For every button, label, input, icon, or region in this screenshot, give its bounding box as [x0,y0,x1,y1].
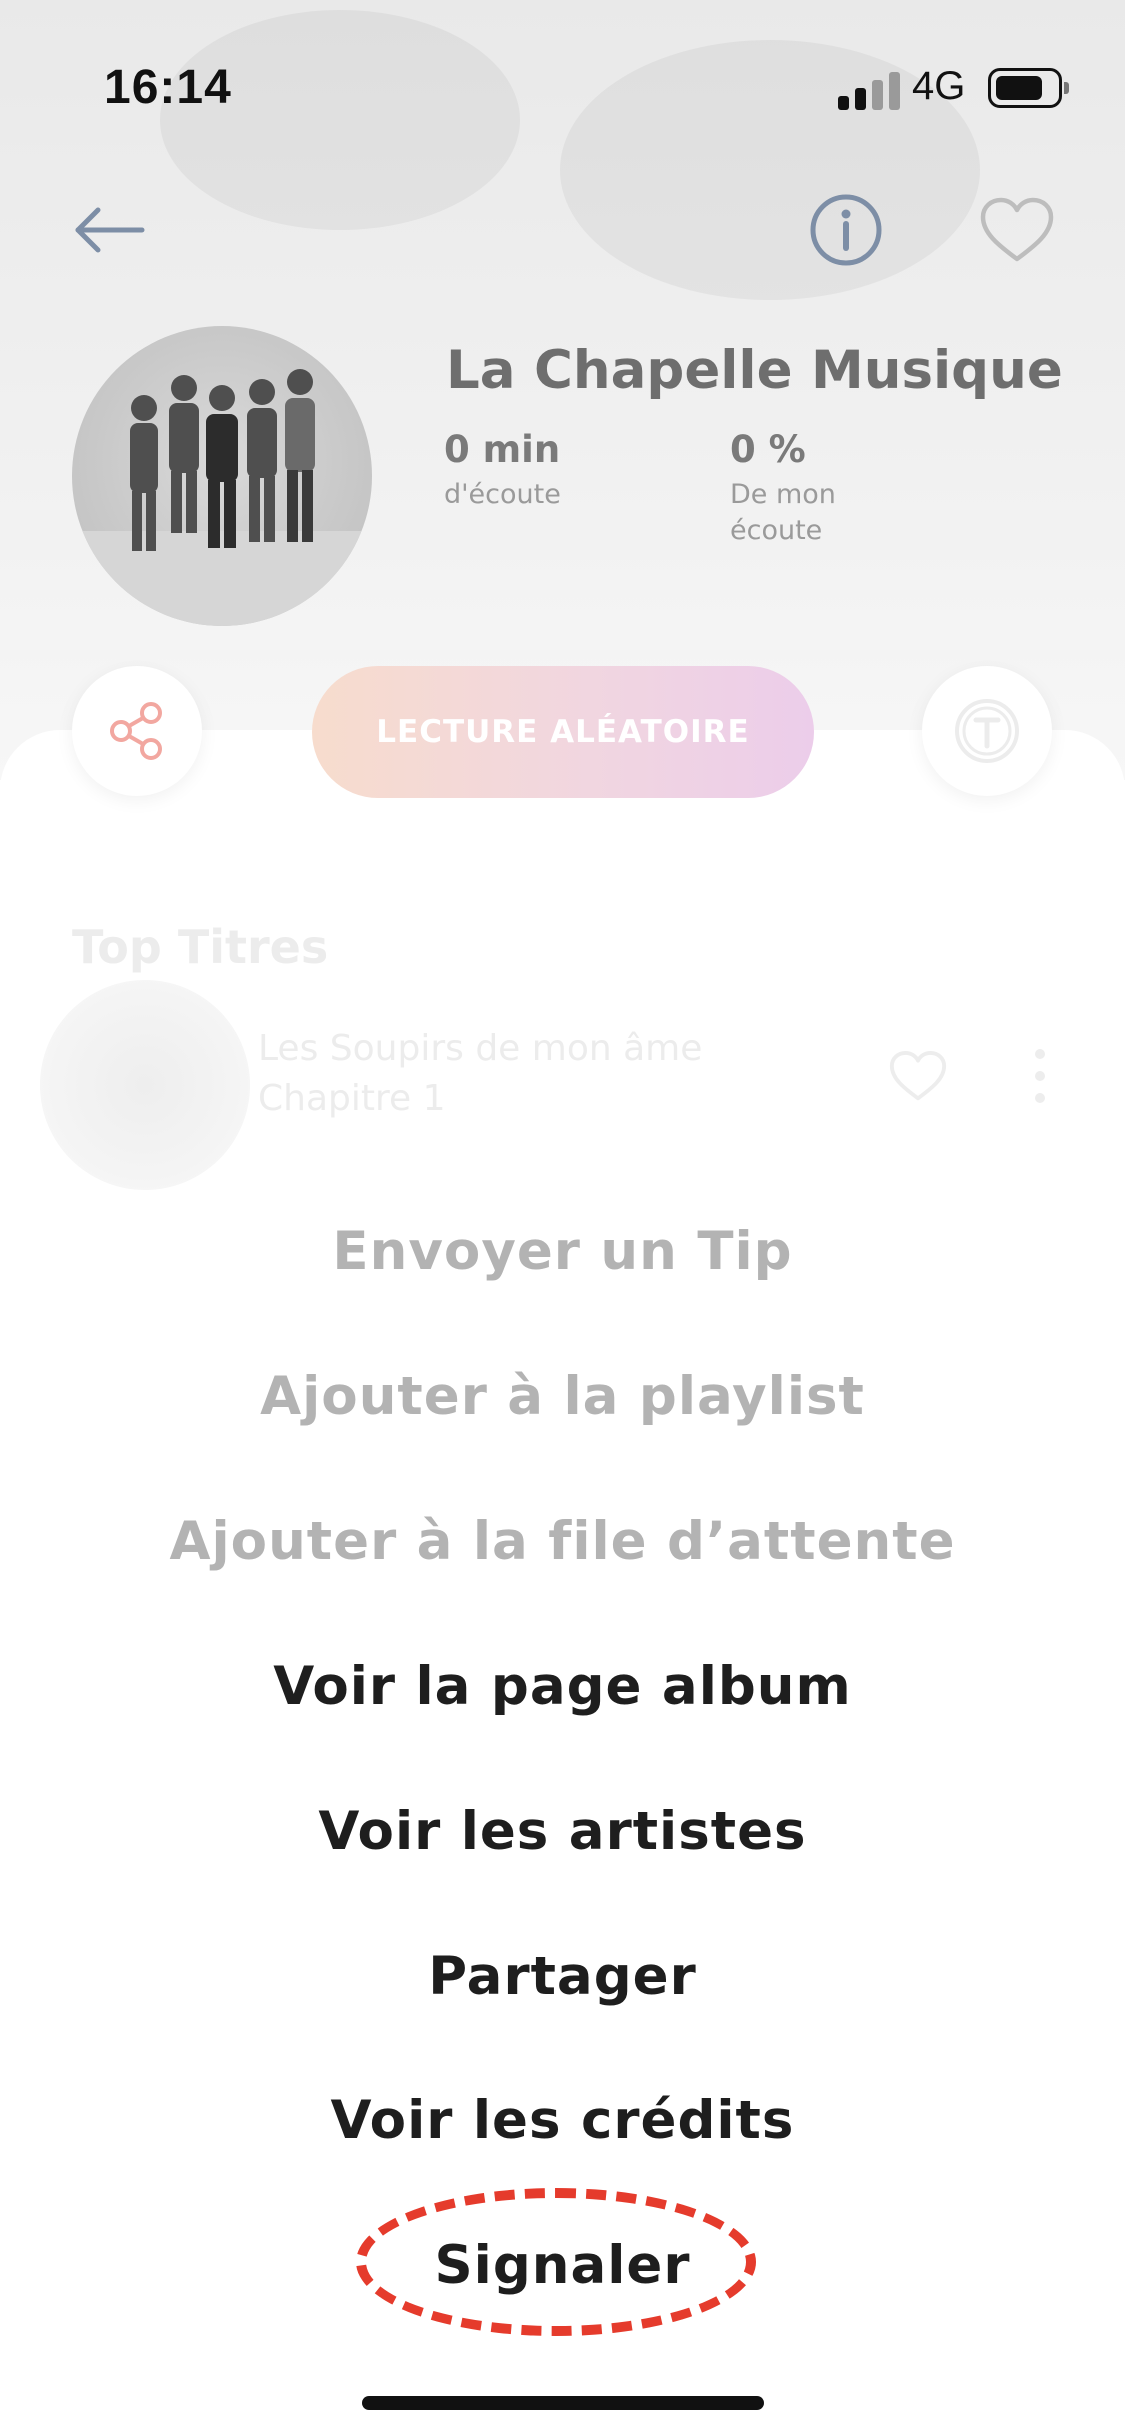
status-bar: 16:14 4G [0,0,1125,150]
menu-item-add-to-playlist[interactable]: Ajouter à la playlist [0,1366,1125,1427]
shuffle-play-button[interactable]: LECTURE ALÉATOIRE [312,666,814,798]
share-button[interactable] [72,666,202,796]
info-circle-icon [810,194,882,266]
track-more-button [1020,1044,1060,1108]
favorite-button[interactable] [976,190,1058,270]
artist-name: La Chapelle Musique [446,340,1063,401]
stat-label: d'écoute [444,479,561,510]
stat-label: De mon écoute [730,479,836,546]
back-button[interactable] [60,190,160,270]
home-indicator[interactable] [362,2396,764,2410]
menu-item-view-credits[interactable]: Voir les crédits [0,2090,1125,2151]
signal-strength-icon [838,70,902,110]
track-thumbnail [40,980,250,1190]
menu-item-view-album[interactable]: Voir la page album [0,1656,1125,1717]
info-button[interactable] [806,190,886,270]
report-highlight-annotation [356,2188,756,2336]
track-favorite-button [886,1046,950,1106]
tip-token-icon [955,699,1019,763]
listening-share-stat: 0 % De mon écoute [730,428,836,549]
menu-item-view-artists[interactable]: Voir les artistes [0,1801,1125,1862]
share-icon [110,702,162,760]
track-subtitle: Chapitre 1 [258,1078,446,1119]
more-vertical-icon [1035,1049,1045,1103]
artist-options-screen: 16:14 4G La Chapelle Musique 0 min d'éco… [0,0,1125,2436]
network-type: 4G [912,64,966,108]
band-photo [72,369,372,626]
tip-button[interactable] [922,666,1052,796]
artist-avatar [72,326,372,626]
stat-value: 0 min [444,428,561,471]
stat-value: 0 % [730,428,806,471]
menu-item-add-to-queue[interactable]: Ajouter à la file d’attente [0,1511,1125,1572]
top-tracks-title: Top Titres [72,920,329,974]
arrow-left-icon [75,207,145,253]
menu-item-share[interactable]: Partager [0,1946,1125,2007]
status-time: 16:14 [104,61,232,114]
heart-outline-icon [980,197,1054,262]
listening-time-stat: 0 min d'écoute [444,428,561,513]
heart-outline-icon [889,1051,947,1101]
menu-item-send-tip[interactable]: Envoyer un Tip [0,1221,1125,1282]
track-title: Les Soupirs de mon âme [258,1028,703,1069]
battery-icon [988,68,1069,108]
